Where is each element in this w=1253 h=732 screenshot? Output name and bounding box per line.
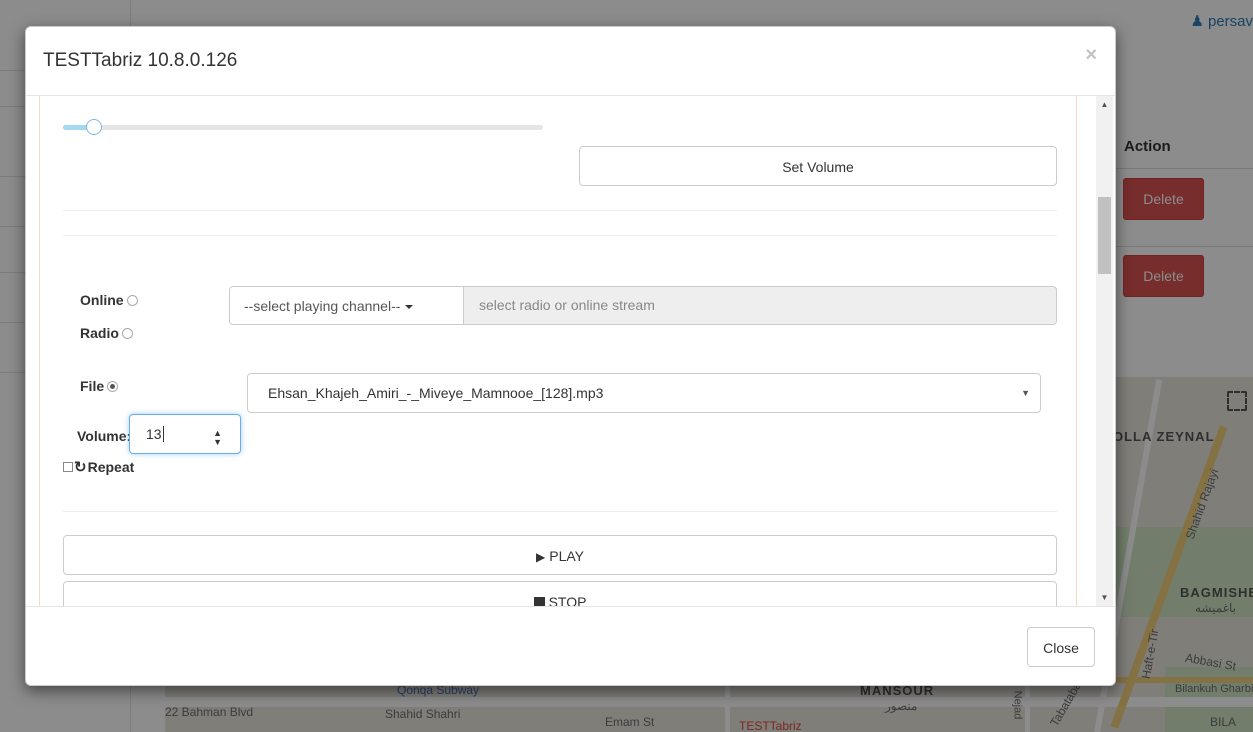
online-radio-option[interactable]: Online <box>80 292 138 308</box>
modal-title: TESTTabriz 10.8.0.126 <box>43 50 238 71</box>
file-select[interactable]: Ehsan_Khajeh_Amiri_-_Miveye_Mamnooe_[128… <box>247 373 1041 413</box>
play-button[interactable]: ▶ PLAY <box>63 535 1057 575</box>
file-radio-option[interactable]: File <box>80 378 119 394</box>
set-volume-button[interactable]: Set Volume <box>579 146 1057 186</box>
play-icon: ▶ <box>536 550 546 564</box>
file-radio[interactable] <box>107 381 119 392</box>
stop-button[interactable]: STOP <box>63 581 1057 606</box>
chevron-down-icon: ▼ <box>1021 388 1030 398</box>
scroll-up-icon[interactable]: ▲ <box>1096 96 1113 113</box>
repeat-checkbox[interactable] <box>63 462 73 472</box>
radio-radio[interactable] <box>121 328 133 339</box>
radio-radio-option[interactable]: Radio <box>80 325 133 341</box>
spinner-icon[interactable]: ▲ ▼ <box>213 429 222 447</box>
volume-label: Volume: <box>77 428 132 444</box>
player-modal: TESTTabriz 10.8.0.126 × Set Volume Onlin… <box>25 26 1116 686</box>
modal-scrollbar[interactable]: ▲ ▼ <box>1096 96 1113 606</box>
scroll-thumb[interactable] <box>1098 197 1111 274</box>
volume-number-input[interactable]: 13 ▲ ▼ <box>129 414 241 454</box>
close-button[interactable]: Close <box>1027 627 1095 667</box>
scroll-down-icon[interactable]: ▼ <box>1096 589 1113 606</box>
repeat-icon: ↻ <box>74 459 87 476</box>
modal-header: TESTTabriz 10.8.0.126 × <box>26 27 1115 96</box>
channel-dropdown[interactable]: --select playing channel-- <box>229 286 464 325</box>
close-icon[interactable]: × <box>1085 44 1097 67</box>
modal-footer: Close <box>26 606 1115 685</box>
volume-slider-handle[interactable] <box>86 119 102 135</box>
stop-icon <box>533 597 545 606</box>
caret-down-icon <box>405 305 414 309</box>
volume-slider[interactable] <box>63 119 543 135</box>
online-radio[interactable] <box>126 295 138 306</box>
stream-input[interactable]: select radio or online stream <box>463 286 1057 325</box>
repeat-option[interactable]: ↻Repeat <box>63 458 134 476</box>
modal-body: Set Volume Online Radio --select playing… <box>26 96 1115 606</box>
